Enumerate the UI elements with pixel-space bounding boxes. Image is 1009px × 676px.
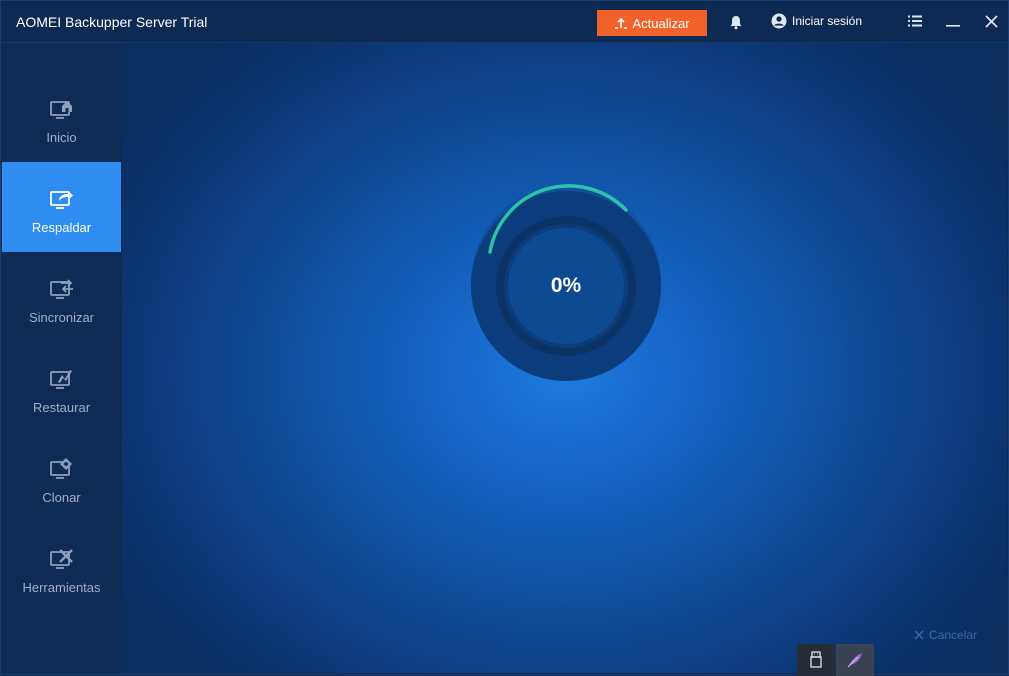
clone-monitor-icon bbox=[49, 458, 72, 479]
feather-app-icon bbox=[847, 653, 862, 668]
taskbar-feather-button[interactable] bbox=[836, 644, 874, 676]
user-avatar-icon bbox=[771, 13, 787, 29]
close-icon[interactable] bbox=[985, 15, 998, 28]
sidebar: Inicio Respaldar Sincronizar Restaurar C… bbox=[2, 43, 121, 673]
upgrade-label: Actualizar bbox=[632, 15, 690, 31]
login-label: Iniciar sesión bbox=[792, 14, 863, 28]
taskbar-usb-button[interactable] bbox=[797, 644, 835, 676]
home-monitor-icon bbox=[49, 101, 72, 119]
sidebar-item-label: Sincronizar bbox=[28, 310, 95, 325]
cancel-x-icon bbox=[914, 630, 924, 640]
sidebar-item-inicio[interactable]: Inicio bbox=[2, 72, 121, 162]
upgrade-arrow-icon bbox=[615, 17, 628, 29]
sidebar-item-label: Inicio bbox=[46, 130, 77, 145]
app-window: AOMEI Backupper Server Trial Actualizar … bbox=[0, 0, 1009, 676]
restore-monitor-icon bbox=[49, 370, 72, 389]
sidebar-item-label: Respaldar bbox=[31, 220, 92, 235]
sidebar-item-label: Clonar bbox=[42, 490, 81, 505]
sidebar-item-herramientas[interactable]: Herramientas bbox=[2, 522, 121, 612]
sidebar-item-sincronizar[interactable]: Sincronizar bbox=[2, 252, 121, 342]
notification-bell-icon[interactable] bbox=[728, 14, 744, 30]
backup-monitor-icon bbox=[49, 191, 73, 209]
sync-monitor-icon bbox=[49, 279, 73, 299]
sidebar-item-restaurar[interactable]: Restaurar bbox=[2, 342, 121, 432]
upgrade-button[interactable]: Actualizar bbox=[597, 10, 707, 36]
cancel-label: Cancelar bbox=[929, 628, 978, 642]
sidebar-item-label: Restaurar bbox=[32, 400, 91, 415]
minimize-icon[interactable] bbox=[946, 16, 960, 28]
login-button[interactable]: Iniciar sesión bbox=[771, 13, 862, 29]
progress-ring: 0% bbox=[464, 179, 668, 383]
app-title: AOMEI Backupper Server Trial bbox=[16, 14, 208, 30]
usb-drive-icon bbox=[810, 651, 822, 668]
title-bar: AOMEI Backupper Server Trial Actualizar … bbox=[1, 1, 1008, 43]
progress-percent: 0% bbox=[550, 274, 582, 297]
sidebar-item-respaldar[interactable]: Respaldar bbox=[2, 162, 121, 252]
sidebar-item-clonar[interactable]: Clonar bbox=[2, 432, 121, 522]
sidebar-item-label: Herramientas bbox=[22, 580, 101, 595]
tools-monitor-icon bbox=[49, 549, 73, 569]
menu-list-icon[interactable] bbox=[908, 15, 922, 27]
cancel-button[interactable]: Cancelar bbox=[914, 628, 977, 642]
